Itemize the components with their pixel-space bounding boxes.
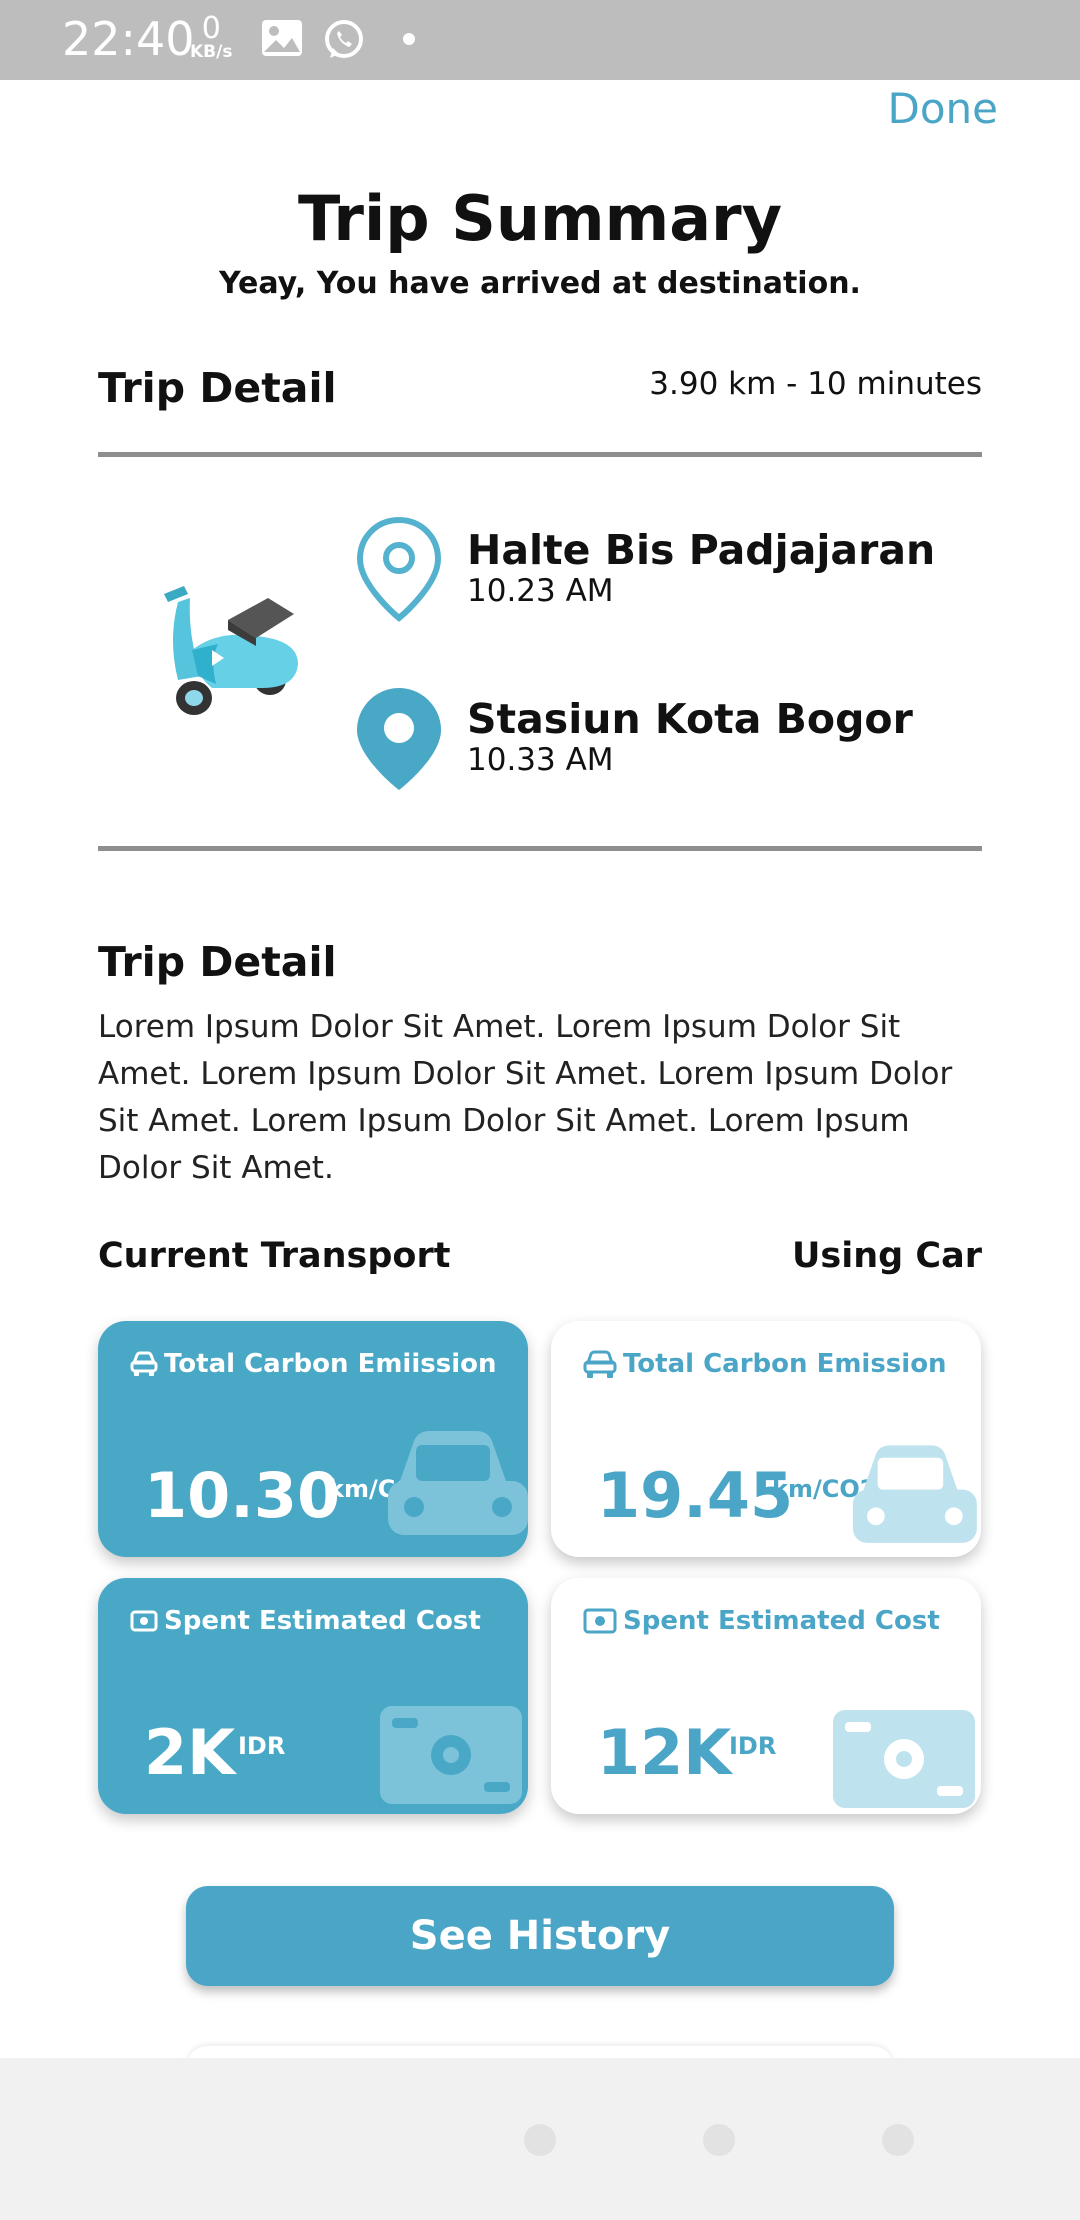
car-watermark-icon [388, 1431, 528, 1535]
image-icon [262, 20, 302, 56]
page-title: Trip Summary [297, 182, 783, 255]
money-watermark-icon [380, 1706, 522, 1804]
current-emission-card: Total Carbon Emiission 10.30 km/CO2 [98, 1321, 528, 1557]
car-cost-card: Spent Estimated Cost 12K IDR [551, 1578, 981, 1814]
car-icon [583, 1350, 617, 1378]
trip-description: Lorem Ipsum Dolor Sit Amet. Lorem Ipsum … [98, 1009, 953, 1186]
origin-time: 10.23 AM [467, 573, 614, 609]
current-transport-label: Current Transport [98, 1236, 451, 1276]
whatsapp-icon [325, 20, 363, 58]
car-emission-card: Total Carbon Emission 19.45 km/CO2 [551, 1321, 981, 1557]
car-cost-value: 12K [597, 1716, 732, 1789]
car-cost-title: Spent Estimated Cost [623, 1606, 940, 1636]
current-cost-unit: IDR [238, 1732, 286, 1760]
current-cost-title: Spent Estimated Cost [164, 1606, 481, 1636]
nav-recents-button[interactable] [882, 2124, 914, 2156]
network-speed: 0 KB/s [190, 14, 232, 61]
current-emission-title: Total Carbon Emiission [164, 1349, 497, 1379]
dot-icon [403, 33, 415, 45]
current-cost-value: 2K [144, 1716, 236, 1789]
page-subtitle: Yeay, You have arrived at destination. [219, 266, 861, 301]
using-car-label: Using Car [792, 1236, 982, 1276]
current-cost-card: Spent Estimated Cost 2K IDR [98, 1578, 528, 1814]
origin-pin-icon [356, 516, 442, 622]
current-emission-value: 10.30 [144, 1459, 341, 1532]
money-icon [583, 1608, 617, 1634]
nav-back-button[interactable] [524, 2124, 556, 2156]
nav-home-button[interactable] [703, 2124, 735, 2156]
network-speed-value: 0 [201, 11, 221, 46]
description-heading: Trip Detail [98, 938, 337, 986]
car-emission-title: Total Carbon Emission [623, 1349, 947, 1379]
see-history-button[interactable]: See History [186, 1886, 894, 1986]
car-emission-value: 19.45 [597, 1459, 794, 1532]
origin-name: Halte Bis Padjajaran [467, 526, 936, 574]
destination-time: 10.33 AM [467, 742, 614, 778]
status-time: 22:40 [62, 12, 195, 66]
scooter-icon [164, 586, 298, 715]
money-watermark-icon [833, 1710, 975, 1808]
car-icon [130, 1351, 158, 1376]
trip-detail-heading: Trip Detail [98, 364, 337, 412]
network-speed-unit: KB/s [190, 42, 233, 62]
divider-top [98, 452, 982, 457]
destination-name: Stasiun Kota Bogor [467, 695, 913, 743]
money-icon [130, 1610, 158, 1632]
car-watermark-icon [852, 1445, 977, 1543]
divider-bottom [98, 846, 982, 851]
trip-distance-duration: 3.90 km - 10 minutes [649, 366, 982, 402]
destination-pin-icon [357, 688, 441, 790]
done-button[interactable]: Done [888, 84, 999, 133]
car-cost-unit: IDR [729, 1732, 777, 1760]
